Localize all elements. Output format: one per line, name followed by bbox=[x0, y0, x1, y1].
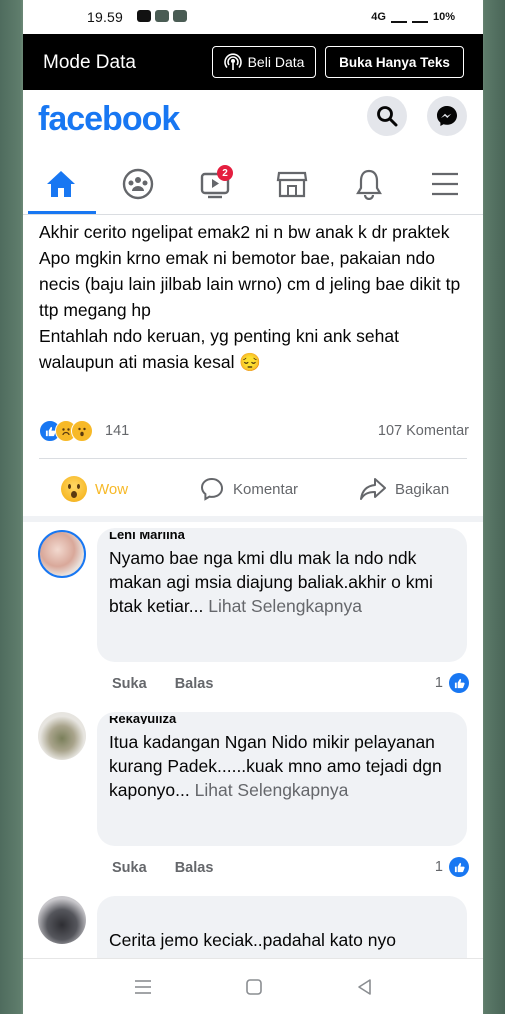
comment-text: Cerita jemo keciak..padahal kato nyo bbox=[109, 930, 396, 950]
phone-screen: 19.59 4G 10% Mode Data Beli Data Buka Ha… bbox=[23, 0, 483, 1014]
back-icon[interactable] bbox=[355, 977, 375, 997]
facebook-header: facebook bbox=[23, 90, 483, 150]
youtube-notification-icon bbox=[137, 10, 151, 22]
network-label: 4G bbox=[371, 10, 386, 23]
see-more-link[interactable]: Lihat Selengkapnya bbox=[208, 596, 362, 616]
tab-bar: 2 bbox=[23, 150, 483, 215]
reaction-count: 141 bbox=[105, 423, 130, 439]
groups-icon bbox=[122, 168, 154, 200]
tab-groups[interactable] bbox=[118, 164, 158, 204]
avatar[interactable] bbox=[38, 530, 86, 578]
wow-label: Wow bbox=[95, 480, 129, 498]
post-body: Akhir cerito ngelipat emak2 ni n bw anak… bbox=[39, 219, 469, 375]
comment-like-count[interactable]: 1 bbox=[435, 857, 469, 877]
tab-watch[interactable]: 2 bbox=[195, 164, 235, 204]
home-square-icon[interactable] bbox=[244, 977, 264, 997]
home-icon bbox=[47, 171, 75, 197]
search-icon bbox=[377, 106, 398, 127]
share-label: Bagikan bbox=[395, 480, 450, 498]
marketplace-icon bbox=[276, 171, 308, 198]
comment-label: Komentar bbox=[233, 480, 299, 498]
comment-text: Itua kadangan Ngan Nido mikir pelayanan … bbox=[109, 730, 455, 802]
share-icon bbox=[360, 478, 386, 500]
comment-like-count[interactable]: 1 bbox=[435, 673, 469, 693]
tab-menu[interactable] bbox=[425, 164, 465, 204]
reactions-summary[interactable]: 141 107 Komentar bbox=[39, 420, 469, 444]
comment-like-number: 1 bbox=[434, 859, 443, 875]
share-button[interactable]: Bagikan bbox=[359, 476, 449, 502]
post-line: Entahlah ndo keruan, yg penting kni ank … bbox=[39, 326, 399, 372]
signal-2-icon bbox=[411, 10, 428, 23]
text-only-button[interactable]: Buka Hanya Teks bbox=[325, 46, 464, 78]
comment-reply-button[interactable]: Balas bbox=[175, 676, 214, 692]
mode-data-bar: Mode Data Beli Data Buka Hanya Teks bbox=[23, 34, 483, 90]
commenter-name[interactable]: Rekayuliza bbox=[109, 716, 455, 724]
hamburger-menu-icon bbox=[432, 172, 458, 196]
tab-marketplace[interactable] bbox=[272, 164, 312, 204]
post-actions: Wow Komentar Bagikan bbox=[23, 466, 483, 512]
facebook-logo[interactable]: facebook bbox=[38, 100, 180, 139]
comment-icon bbox=[200, 477, 224, 501]
wow-face-icon bbox=[61, 476, 87, 502]
beli-data-label: Beli Data bbox=[247, 54, 305, 70]
commenter-name[interactable]: Leni Marlina bbox=[109, 532, 455, 540]
comment-like-number: 1 bbox=[434, 675, 443, 691]
comment-reply-button[interactable]: Balas bbox=[175, 860, 214, 876]
signal-icon bbox=[390, 10, 407, 23]
post-line: Apo mgkin krno emak ni bemotor bae, paka… bbox=[39, 248, 461, 320]
chat-notification-icon bbox=[173, 10, 187, 22]
comment-text: Nyamo bae nga kmi dlu mak la ndo ndk mak… bbox=[109, 546, 455, 618]
like-icon bbox=[449, 857, 469, 877]
battery-label: 10% bbox=[432, 10, 455, 23]
broadcast-icon bbox=[223, 53, 242, 70]
wow-reaction-button[interactable]: Wow bbox=[61, 476, 128, 502]
app-notification-icon bbox=[155, 10, 169, 22]
messenger-button[interactable] bbox=[427, 96, 467, 136]
beli-data-button[interactable]: Beli Data bbox=[212, 46, 316, 78]
status-time: 19.59 bbox=[87, 9, 124, 25]
avatar[interactable] bbox=[38, 712, 86, 760]
mode-title: Mode Data bbox=[43, 52, 136, 73]
comment-actions: Suka Balas bbox=[112, 860, 237, 876]
notification-icons bbox=[137, 10, 187, 22]
divider bbox=[39, 458, 467, 459]
status-right: 4G 10% bbox=[371, 10, 455, 23]
see-more-link[interactable]: Lihat Selengkapnya bbox=[195, 780, 349, 800]
like-icon bbox=[449, 673, 469, 693]
post-line: Akhir cerito ngelipat emak2 ni n bw anak… bbox=[39, 222, 450, 242]
messenger-icon bbox=[437, 106, 457, 126]
status-bar: 19.59 4G 10% bbox=[23, 0, 483, 34]
comment-count[interactable]: 107 Komentar bbox=[378, 423, 469, 439]
comment-like-button[interactable]: Suka bbox=[112, 676, 147, 692]
section-divider bbox=[23, 516, 483, 522]
tab-home[interactable] bbox=[41, 164, 81, 204]
tab-notifications[interactable] bbox=[349, 164, 389, 204]
comment-button[interactable]: Komentar bbox=[199, 476, 298, 502]
bell-icon bbox=[356, 169, 382, 200]
active-tab-indicator bbox=[28, 211, 96, 214]
reaction-icons bbox=[39, 420, 93, 442]
comment-like-button[interactable]: Suka bbox=[112, 860, 147, 876]
comment-actions: Suka Balas bbox=[112, 676, 237, 692]
recent-apps-icon[interactable] bbox=[133, 977, 153, 997]
comment-bubble[interactable]: Leni Marlina Nyamo bae nga kmi dlu mak l… bbox=[97, 528, 467, 662]
text-only-label: Buka Hanya Teks bbox=[339, 54, 450, 70]
system-nav-bar bbox=[23, 958, 483, 1014]
watch-badge: 2 bbox=[217, 165, 233, 181]
wow-reaction-icon bbox=[71, 420, 93, 442]
avatar[interactable] bbox=[38, 896, 86, 944]
comment-bubble[interactable]: Rekayuliza Itua kadangan Ngan Nido mikir… bbox=[97, 712, 467, 846]
search-button[interactable] bbox=[367, 96, 407, 136]
